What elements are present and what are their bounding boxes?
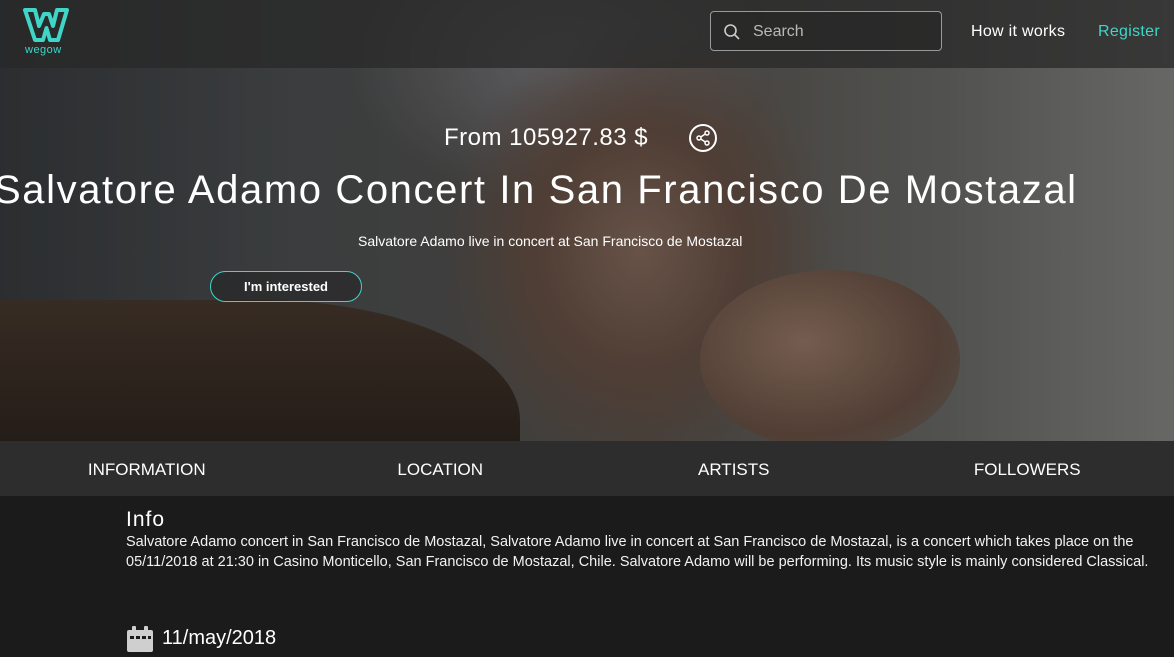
tab-location[interactable]: LOCATION	[294, 441, 588, 496]
calendar-icon	[126, 626, 154, 657]
search-box[interactable]	[710, 11, 942, 51]
ticket-price: From 105927.83 $	[444, 124, 648, 152]
how-it-works-link[interactable]: How it works	[971, 23, 1065, 41]
register-link[interactable]: Register	[1098, 23, 1160, 41]
logo-wordmark: wegow	[25, 44, 62, 56]
info-description: Salvatore Adamo concert in San Francisco…	[126, 533, 1166, 572]
event-date-text: 11/may/2018	[162, 627, 276, 650]
tab-artists[interactable]: ARTISTS	[587, 441, 881, 496]
search-icon	[723, 23, 741, 46]
search-input[interactable]	[751, 20, 935, 44]
event-tabs: INFORMATION LOCATION ARTISTS FOLLOWERS	[0, 441, 1174, 496]
top-navbar: wegow How it works Register	[0, 0, 1174, 68]
info-section: Info Salvatore Adamo concert in San Fran…	[0, 496, 1174, 644]
tab-followers[interactable]: FOLLOWERS	[881, 441, 1174, 496]
event-subtitle: Salvatore Adamo live in concert at San F…	[358, 233, 742, 249]
tab-information[interactable]: INFORMATION	[0, 441, 294, 496]
interested-button[interactable]: I'm interested	[210, 271, 362, 302]
info-heading: Info	[126, 508, 165, 532]
event-title: Salvatore Adamo Concert In San Francisco…	[0, 168, 1078, 213]
share-icon[interactable]	[689, 124, 717, 152]
